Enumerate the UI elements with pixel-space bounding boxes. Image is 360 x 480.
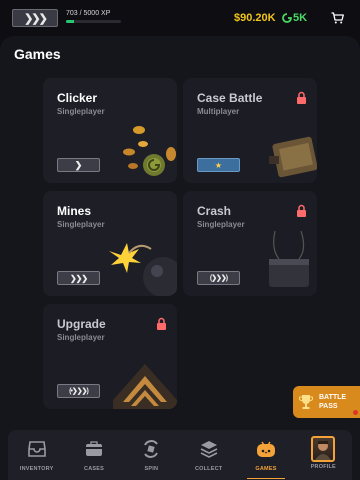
rank-star: ★ — [214, 160, 223, 170]
nav-label: COLLECT — [194, 466, 223, 472]
game-title: Case Battle — [197, 91, 263, 105]
xp-text: 703 / 5000 XP — [66, 10, 111, 17]
game-subtitle: Singleplayer — [57, 220, 105, 229]
coins-art — [123, 126, 176, 176]
game-title: Crash — [197, 204, 232, 218]
avatar — [311, 436, 336, 462]
lock-icon — [297, 204, 306, 217]
inventory-icon — [26, 438, 48, 460]
nav-label: PROFILE — [310, 464, 336, 470]
games-icon — [255, 438, 277, 460]
bomb-art — [109, 243, 177, 296]
airdrop-art — [269, 230, 309, 287]
lock-icon — [297, 91, 306, 104]
nav-item-collect[interactable]: COLLECT — [180, 430, 237, 480]
spin-icon — [140, 438, 162, 460]
lock-icon — [157, 317, 166, 330]
nav-item-cases[interactable]: CASES — [65, 430, 122, 480]
battle-pass-line1: BATTLE — [319, 394, 347, 401]
game-card-case-battle[interactable]: Case Battle Multiplayer ★ — [183, 78, 317, 183]
xp-bar-fill — [66, 20, 74, 23]
nav-label: INVENTORY — [19, 466, 54, 472]
nav-label: CASES — [84, 466, 104, 472]
cart-button[interactable] — [324, 6, 350, 30]
player-rank-badge[interactable]: ❯❯❯ — [12, 9, 58, 27]
trophy-icon — [299, 395, 313, 409]
rank-chevrons: ❯ — [74, 159, 83, 170]
collect-icon — [198, 438, 220, 460]
game-card-upgrade[interactable]: Upgrade Singleplayer (•❯❯❯) — [43, 304, 177, 409]
nav-item-games[interactable]: GAMES — [237, 430, 294, 480]
upgrade-chevrons-art — [113, 364, 177, 409]
xp-bar — [66, 20, 121, 23]
game-subtitle: Multiplayer — [197, 107, 240, 116]
game-title: Upgrade — [57, 317, 106, 331]
page-title: Games — [14, 46, 61, 62]
rank-requirement-chip: ❯❯❯ — [57, 271, 100, 285]
games-panel: Games Clicker Singleplayer ❯ Case Battle… — [0, 36, 360, 480]
game-title: Clicker — [57, 91, 98, 105]
bottom-nav: INVENTORY CASES SPIN COLLECT GAMES PROFI… — [8, 430, 352, 480]
game-subtitle: Singleplayer — [57, 107, 105, 116]
game-subtitle: Singleplayer — [57, 333, 105, 342]
rank-chevrons: ❯❯❯ — [69, 273, 88, 283]
nav-label: SPIN — [144, 466, 159, 472]
battle-pass-label: BATTLE PASS — [319, 393, 349, 411]
rank-chevrons: (•❯❯❯) — [69, 388, 89, 395]
balance-amount[interactable]: $90.20K — [234, 12, 276, 24]
battle-pass-line2: PASS — [319, 403, 338, 410]
cases-icon — [83, 438, 105, 460]
rank-requirement-chip: (❯❯❯) — [197, 271, 240, 285]
cart-icon — [331, 12, 344, 24]
gems-value: 5K — [293, 12, 308, 24]
top-bar: ❯❯❯ 703 / 5000 XP $90.20K 5K — [0, 0, 360, 36]
game-card-clicker[interactable]: Clicker Singleplayer ❯ — [43, 78, 177, 183]
battle-pass-button[interactable]: BATTLE PASS — [293, 386, 360, 418]
xp-progress: 703 / 5000 XP — [66, 10, 126, 23]
game-subtitle: Singleplayer — [197, 220, 245, 229]
rank-requirement-chip: (•❯❯❯) — [57, 384, 100, 398]
gem-icon — [282, 13, 292, 23]
nav-item-profile[interactable]: PROFILE — [295, 430, 352, 480]
rank-requirement-chip: ❯ — [57, 158, 100, 172]
game-card-crash[interactable]: Crash Singleplayer (❯❯❯) — [183, 191, 317, 296]
gems-amount[interactable]: 5K — [282, 12, 307, 24]
game-card-mines[interactable]: Mines Singleplayer ❯❯❯ — [43, 191, 177, 296]
rank-requirement-chip: ★ — [197, 158, 240, 172]
notification-dot — [353, 410, 358, 415]
game-title: Mines — [57, 204, 92, 218]
case-art — [269, 136, 317, 178]
nav-item-spin[interactable]: SPIN — [123, 430, 180, 480]
rank-chevrons: (❯❯❯) — [209, 275, 228, 282]
nav-item-inventory[interactable]: INVENTORY — [8, 430, 65, 480]
nav-label: GAMES — [255, 466, 277, 472]
